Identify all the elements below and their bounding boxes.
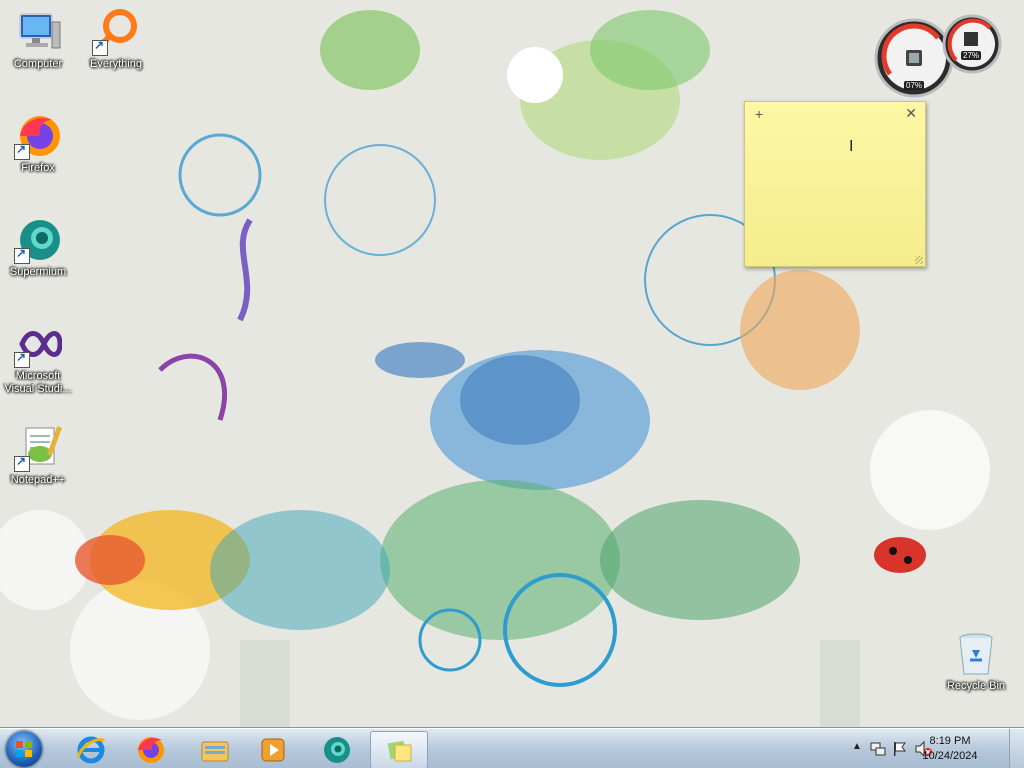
desktop-icon-label: Notepad++ — [10, 474, 66, 486]
action-center-flag-icon[interactable] — [892, 741, 908, 757]
clock-date: 10/24/2024 — [922, 750, 978, 762]
media-player-icon — [261, 738, 285, 762]
text-cursor-icon: I — [849, 138, 854, 155]
desktop-icon-recycle-bin[interactable]: Recycle Bin — [938, 630, 1014, 693]
taskbar-supermium[interactable] — [308, 731, 364, 767]
taskbar-file-explorer[interactable] — [186, 731, 242, 767]
resize-grip-icon[interactable] — [915, 256, 923, 264]
desktop-icon-label: Computer — [13, 58, 63, 70]
desktop-icon-computer[interactable]: Computer — [0, 8, 76, 71]
cpu-percent: 07% — [904, 81, 925, 90]
supermium-icon — [324, 737, 350, 763]
shortcut-arrow-icon — [14, 246, 30, 264]
desktop-icon-label: Supermium — [9, 266, 67, 278]
desktop-icon-label: Everything — [90, 58, 142, 70]
supermium-icon — [14, 216, 62, 264]
start-button[interactable] — [6, 731, 42, 767]
shortcut-arrow-icon — [14, 454, 30, 472]
recycle-bin-icon — [952, 630, 1000, 678]
taskbar-firefox[interactable] — [122, 731, 178, 767]
taskbar-media-player[interactable] — [244, 731, 300, 767]
system-clock[interactable]: 8:19 PM 10/24/2024 — [920, 734, 980, 764]
clock-time: 8:19 PM — [929, 735, 971, 747]
desktop-icon-label: Microsoft Visual Studi... — [4, 370, 72, 395]
new-note-button[interactable]: + — [755, 106, 763, 122]
everything-icon — [92, 8, 140, 56]
folder-icon — [201, 741, 229, 762]
show-hidden-icon[interactable]: ▲ — [852, 741, 862, 752]
notepadpp-icon — [14, 424, 62, 472]
taskbar-sticky-notes[interactable] — [370, 731, 428, 768]
taskbar-internet-explorer[interactable] — [62, 731, 118, 767]
delete-note-button[interactable]: ✕ — [905, 105, 917, 122]
firefox-icon — [138, 737, 164, 763]
show-desktop-button[interactable] — [1009, 729, 1024, 768]
taskbar: ▲ 8:19 PM 10/24/2024 — [0, 728, 1024, 768]
desktop-icon-firefox[interactable]: Firefox — [0, 112, 76, 175]
windows-logo-icon — [16, 741, 32, 757]
shortcut-arrow-icon — [14, 142, 30, 160]
memory-percent: 27% — [961, 51, 982, 60]
computer-icon — [14, 8, 62, 56]
desktop-icon-visual-studio[interactable]: Microsoft Visual Studi... — [0, 320, 76, 396]
shortcut-arrow-icon — [92, 38, 108, 56]
cpu-meter-gadget[interactable]: 07% 27% — [872, 8, 1002, 98]
ie-icon — [76, 736, 106, 764]
sticky-notes-icon — [387, 740, 412, 762]
desktop-icon-label: Firefox — [21, 162, 55, 174]
desktop-icon-everything[interactable]: Everything — [78, 8, 154, 71]
desktop-icon-supermium[interactable]: Supermium — [0, 216, 76, 279]
network-icon[interactable] — [870, 741, 886, 757]
firefox-icon — [14, 112, 62, 160]
desktop-icon-label: Recycle Bin — [946, 680, 1006, 692]
visual-studio-icon — [14, 320, 63, 368]
shortcut-arrow-icon — [14, 350, 30, 368]
notification-area: ▲ 8:19 PM 10/24/2024 — [844, 729, 1024, 768]
sticky-note[interactable]: + ✕ I — [744, 101, 926, 267]
desktop-icon-notepadpp[interactable]: Notepad++ — [0, 424, 76, 487]
